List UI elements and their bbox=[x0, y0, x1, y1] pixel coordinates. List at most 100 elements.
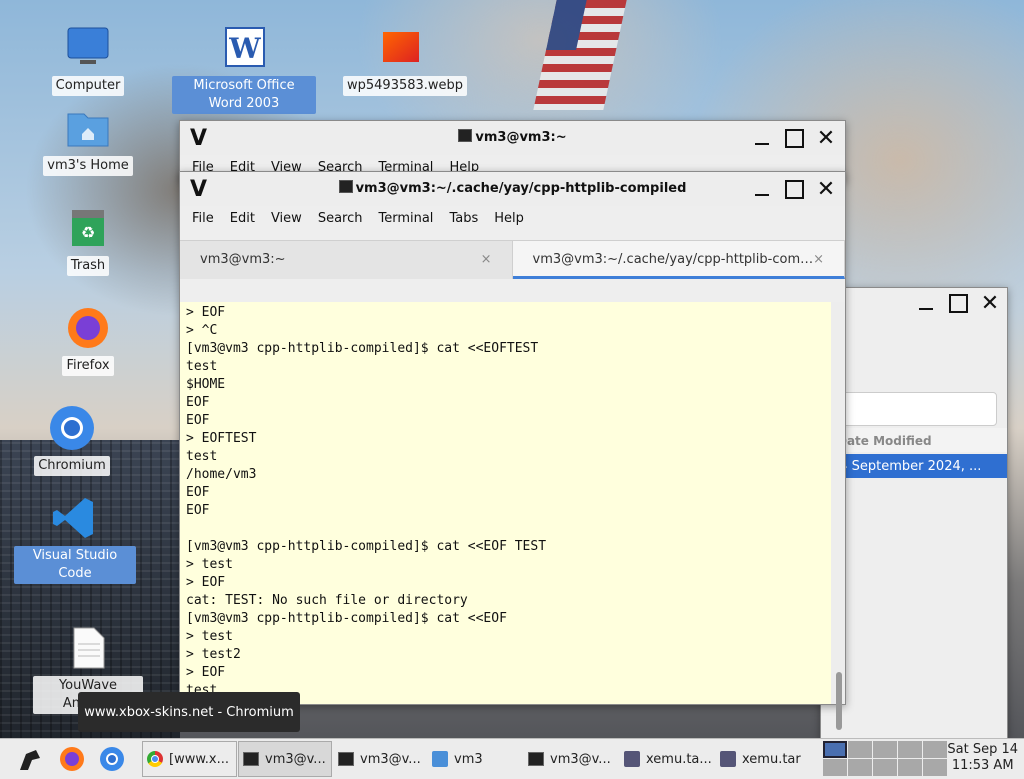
desktop-icon-label: Chromium bbox=[34, 456, 110, 476]
scrollbar-thumb[interactable] bbox=[836, 672, 842, 730]
desktop-icon-firefox[interactable]: Firefox bbox=[33, 304, 143, 376]
tab-cpp-httplib[interactable]: vm3@vm3:~/.cache/yay/cpp-httplib-com… × bbox=[512, 241, 845, 279]
chromium-icon bbox=[100, 747, 124, 771]
close-button[interactable]: ✕ bbox=[977, 290, 1003, 316]
terminal-output[interactable]: > EOF > ^C [vm3@vm3 cpp-httplib-compiled]$… bbox=[180, 302, 831, 704]
terminal-window-front[interactable]: V vm3@vm3:~/.cache/yay/cpp-httplib-compi… bbox=[179, 171, 846, 730]
taskbar-item-label: xemu.ta... bbox=[646, 751, 712, 767]
computer-icon bbox=[64, 24, 112, 72]
workspace-pager[interactable] bbox=[823, 741, 947, 776]
workspace-3[interactable] bbox=[873, 741, 897, 758]
title-bar[interactable]: V vm3@vm3:~ ✕ bbox=[180, 121, 845, 155]
column-header-date-modified[interactable]: Date Modified bbox=[831, 428, 1007, 452]
tab-bar: vm3@vm3:~ × vm3@vm3:~/.cache/yay/cpp-htt… bbox=[180, 240, 845, 279]
desktop-icon-home[interactable]: vm3's Home bbox=[33, 104, 143, 176]
terminal-line: > test bbox=[186, 557, 233, 572]
tab-home[interactable]: vm3@vm3:~ × bbox=[180, 241, 513, 279]
terminal-line: EOF bbox=[186, 395, 210, 410]
taskbar-item-chromium[interactable]: [www.x... bbox=[142, 741, 237, 777]
terminal-line: cat: TEST: No such file or directory bbox=[186, 593, 468, 608]
menu-file[interactable]: File bbox=[184, 211, 222, 226]
file-manager-window-controls: ✕ bbox=[913, 290, 1003, 316]
terminal-line: > EOF bbox=[186, 575, 226, 590]
file-row-selected[interactable]: 14 September 2024, ... bbox=[821, 454, 1007, 478]
workspace-5[interactable] bbox=[923, 741, 947, 758]
menu-tabs[interactable]: Tabs bbox=[441, 211, 486, 226]
taskbar-item-label: [www.x... bbox=[169, 751, 229, 767]
terminal-line: [vm3@vm3 cpp-httplib-compiled]$ cat <<EO… bbox=[186, 611, 507, 626]
terminal-line: [vm3@vm3 cpp-httplib-compiled]$ cat <<EO… bbox=[186, 341, 539, 356]
workspace-10[interactable] bbox=[923, 759, 947, 776]
desktop-icon-vscode[interactable]: Visual Studio Code bbox=[14, 494, 136, 584]
word-icon: W bbox=[220, 24, 268, 72]
start-menu-button[interactable] bbox=[10, 741, 46, 777]
window-title: vm3@vm3:~ bbox=[180, 129, 845, 145]
menu-terminal[interactable]: Terminal bbox=[370, 211, 441, 226]
xemu-icon bbox=[624, 751, 640, 767]
taskbar-item-xemu-1[interactable]: xemu.ta... bbox=[620, 741, 714, 777]
desktop-icon-computer[interactable]: Computer bbox=[33, 24, 143, 96]
maximize-button[interactable] bbox=[781, 176, 807, 202]
trash-icon: ♻ bbox=[64, 204, 112, 252]
taskbar-item-label: vm3 bbox=[454, 751, 483, 767]
terminal-icon bbox=[243, 752, 259, 766]
quicklaunch-chromium[interactable] bbox=[94, 741, 130, 777]
taskbar-item-xemu-2[interactable]: xemu.tar bbox=[716, 741, 812, 777]
clock[interactable]: Sat Sep 14 11:53 AM bbox=[947, 742, 1018, 774]
close-button[interactable]: ✕ bbox=[813, 176, 839, 202]
terminal-line: test bbox=[186, 449, 218, 464]
menu-bar: File Edit View Search Terminal Tabs Help bbox=[180, 206, 845, 230]
scrollbar[interactable] bbox=[831, 302, 845, 730]
folder-icon bbox=[432, 751, 448, 767]
taskbar-tooltip: www.xbox-skins.net - Chromium bbox=[78, 692, 300, 732]
terminal-line: $HOME bbox=[186, 377, 226, 392]
maximize-button[interactable] bbox=[781, 125, 807, 151]
menu-edit[interactable]: Edit bbox=[222, 211, 263, 226]
terminal-icon bbox=[338, 752, 354, 766]
menu-search[interactable]: Search bbox=[310, 211, 371, 226]
maximize-button[interactable] bbox=[945, 290, 971, 316]
desktop-icon-chromium[interactable]: Chromium bbox=[17, 404, 127, 476]
home-folder-icon bbox=[64, 104, 112, 152]
quicklaunch-firefox[interactable] bbox=[54, 741, 90, 777]
minimize-button[interactable] bbox=[749, 176, 775, 202]
taskbar-item-terminal-2[interactable]: vm3@v... bbox=[334, 741, 426, 777]
chromium-icon bbox=[147, 751, 163, 767]
file-manager-window[interactable]: ✕ Date Modified 14 September 2024, ... bbox=[820, 287, 1008, 739]
taskbar-item-folder[interactable]: vm3 bbox=[428, 741, 520, 777]
workspace-8[interactable] bbox=[873, 759, 897, 776]
close-button[interactable]: ✕ bbox=[813, 125, 839, 151]
terminal-line: > ^C bbox=[186, 323, 218, 338]
file-manager-search-input[interactable] bbox=[821, 392, 997, 426]
workspace-2[interactable] bbox=[848, 741, 872, 758]
workspace-7[interactable] bbox=[848, 759, 872, 776]
desktop-icon-label: Microsoft Office Word 2003 bbox=[172, 76, 316, 114]
minimize-button[interactable] bbox=[913, 290, 939, 316]
desktop-icon-label: Visual Studio Code bbox=[14, 546, 136, 584]
workspace-4[interactable] bbox=[898, 741, 922, 758]
workspace-1[interactable] bbox=[823, 741, 847, 758]
menu-help[interactable]: Help bbox=[486, 211, 532, 226]
taskbar-item-terminal-3[interactable]: vm3@v... bbox=[524, 741, 616, 777]
tab-close-icon[interactable]: × bbox=[813, 252, 824, 267]
title-bar[interactable]: V vm3@vm3:~/.cache/yay/cpp-httplib-compi… bbox=[180, 172, 845, 206]
desktop-icon-trash[interactable]: ♻ Trash bbox=[33, 204, 143, 276]
terminal-line: EOF bbox=[186, 413, 210, 428]
chromium-icon bbox=[48, 404, 96, 452]
taskbar-item-label: vm3@v... bbox=[550, 751, 611, 767]
terminal-line: /home/vm3 bbox=[186, 467, 257, 482]
workspace-9[interactable] bbox=[898, 759, 922, 776]
menu-view[interactable]: View bbox=[263, 211, 310, 226]
taskbar-item-terminal[interactable]: vm3@v... bbox=[238, 741, 332, 777]
svg-text:♻: ♻ bbox=[81, 223, 95, 242]
workspace-6[interactable] bbox=[823, 759, 847, 776]
image-file-icon bbox=[377, 24, 425, 72]
tab-close-icon[interactable]: × bbox=[481, 252, 492, 267]
vscode-icon bbox=[51, 494, 99, 542]
minimize-button[interactable] bbox=[749, 125, 775, 151]
start-menu-icon bbox=[20, 750, 40, 770]
terminal-line: > test bbox=[186, 629, 233, 644]
desktop-icon-webp[interactable]: wp5493583.webp bbox=[343, 24, 468, 96]
desktop-icon-word[interactable]: W Microsoft Office Word 2003 bbox=[172, 24, 316, 114]
terminal-icon bbox=[458, 129, 473, 142]
